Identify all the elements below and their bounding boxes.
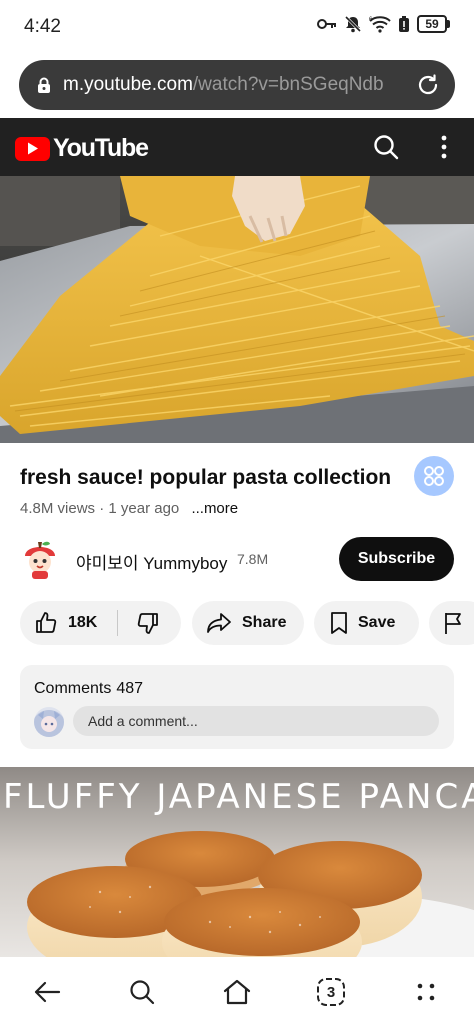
mute-bell-icon [344, 15, 362, 33]
grid-icon [424, 466, 444, 486]
save-button[interactable]: Save [314, 601, 419, 645]
url-text[interactable]: m.youtube.com/watch?v=bnSGeqNdb [63, 74, 407, 96]
like-dislike-pill: 18K [20, 601, 181, 645]
status-bar: 4:42 6 59 [0, 0, 474, 54]
share-button[interactable]: Share [192, 601, 304, 645]
address-bar[interactable]: m.youtube.com/watch?v=bnSGeqNdb [19, 60, 455, 110]
like-count: 18K [68, 614, 98, 631]
more-link[interactable]: ...more [191, 500, 238, 517]
next-video-title: FLUFFY JAPANESE PANCAKES [3, 777, 474, 817]
status-time: 4:42 [24, 16, 61, 37]
home-button[interactable] [220, 975, 254, 1009]
upload-age: 1 year ago [108, 500, 180, 517]
action-bar: 18K Share Save [20, 601, 474, 645]
comments-header: Comments 487 [34, 680, 143, 698]
flag-icon [445, 613, 461, 634]
battery-saver-icon [399, 16, 409, 32]
battery-level: 59 [417, 15, 447, 33]
reload-icon[interactable] [415, 72, 441, 98]
tab-count: 3 [326, 983, 336, 1001]
video-meta[interactable]: 4.8M views · 1 year ago ...more [20, 500, 238, 517]
youtube-logo-text: YouTube [53, 134, 149, 162]
url-path: /watch?v=bnSGeqNdb [192, 74, 384, 95]
report-button[interactable] [429, 601, 474, 645]
dislike-button[interactable] [118, 601, 178, 645]
menu-button[interactable] [409, 975, 443, 1009]
view-count: 4.8M views [20, 500, 96, 517]
video-player[interactable] [0, 176, 474, 443]
user-avatar [34, 707, 64, 737]
save-label: Save [358, 614, 396, 631]
subscribe-button[interactable]: Subscribe [339, 537, 454, 581]
browser-toolbar: m.youtube.com/watch?v=bnSGeqNdb [0, 54, 474, 116]
home-icon [223, 979, 251, 1005]
play-icon [15, 136, 50, 161]
next-video-thumbnail[interactable]: FLUFFY JAPANESE PANCAKES [0, 767, 474, 957]
wifi-6-icon: 6 [369, 16, 391, 33]
tabs-button[interactable]: 3 [314, 975, 348, 1009]
subscriber-count: 7.8M [237, 551, 269, 567]
menu-dots-icon [417, 983, 435, 1001]
status-icons: 6 59 [317, 15, 450, 33]
search-icon[interactable] [373, 134, 399, 160]
like-button[interactable]: 18K [20, 601, 117, 645]
bookmark-icon [331, 612, 347, 634]
url-host: m.youtube.com [63, 74, 193, 95]
search-icon [130, 980, 155, 1005]
comments-label: Comments [34, 680, 112, 697]
comments-section[interactable]: Comments 487 Add a comment... [20, 665, 454, 749]
bottom-navigation: 3 [0, 957, 474, 1024]
channel-avatar[interactable] [20, 538, 60, 580]
lock-icon [38, 77, 50, 93]
thumbs-down-icon [137, 613, 158, 634]
add-comment-input[interactable]: Add a comment... [73, 706, 439, 736]
youtube-header: YouTube [0, 118, 474, 176]
comments-count: 487 [116, 680, 144, 697]
search-nav-button[interactable] [125, 975, 159, 1009]
video-title[interactable]: fresh sauce! popular pasta collection [20, 466, 400, 490]
more-vertical-icon[interactable] [434, 134, 454, 160]
back-button[interactable] [30, 975, 64, 1009]
key-icon [317, 19, 336, 29]
channel-name[interactable]: 야미보이 Yummyboy [76, 549, 227, 574]
thumbs-up-icon [36, 612, 57, 633]
share-icon [207, 613, 231, 633]
share-label: Share [242, 614, 287, 631]
back-arrow-icon [34, 981, 61, 1003]
video-frame [0, 176, 474, 443]
youtube-logo[interactable]: YouTube [15, 134, 149, 163]
battery-icon: 59 [417, 15, 450, 33]
floating-menu-button[interactable] [414, 456, 454, 496]
